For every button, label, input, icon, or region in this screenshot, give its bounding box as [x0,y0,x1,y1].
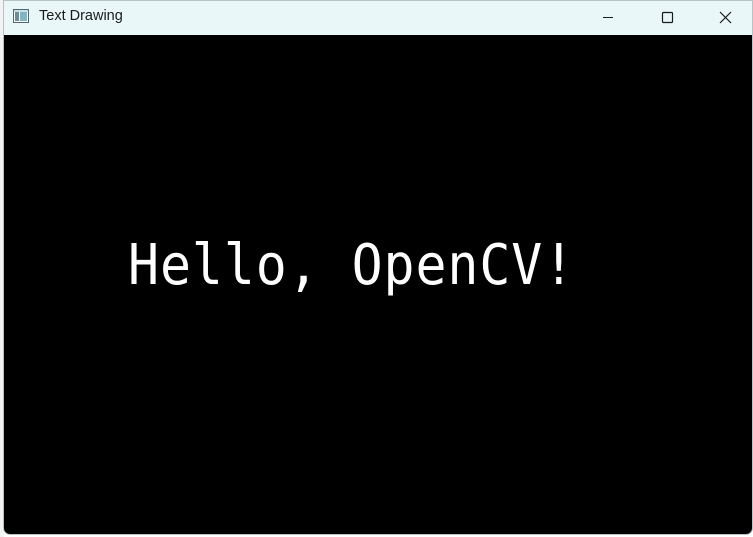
minimize-button[interactable] [584,1,630,34]
image-canvas: Hello, OpenCV! [4,35,752,534]
maximize-button[interactable] [641,1,687,34]
close-button[interactable] [700,1,746,34]
canvas-text: Hello, OpenCV! [128,233,576,298]
app-window: Text Drawing Hello, OpenCV! [3,0,753,535]
title-bar[interactable]: Text Drawing [4,1,752,34]
app-window-icon [13,9,29,23]
window-title: Text Drawing [39,8,123,24]
